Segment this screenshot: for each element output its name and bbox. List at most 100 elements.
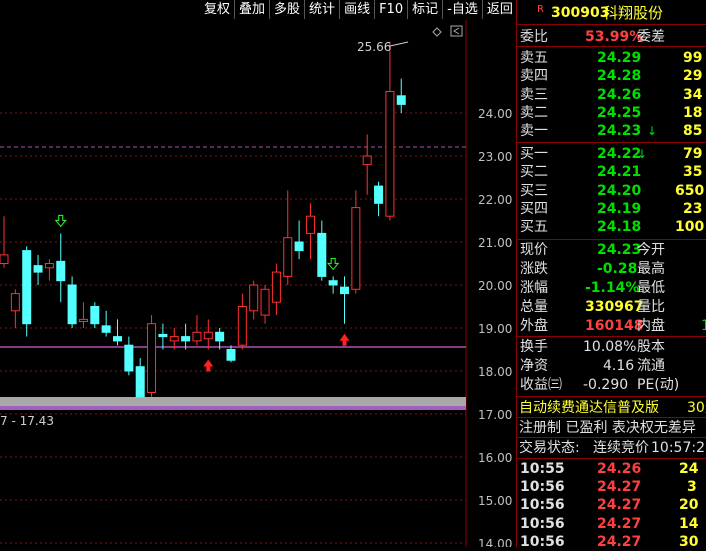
- candle-body[interactable]: [169, 336, 179, 342]
- bid-label: 买一: [520, 146, 548, 162]
- candle-body[interactable]: [396, 95, 406, 105]
- candle-body[interactable]: [44, 263, 54, 269]
- tick-price: 24.27: [597, 515, 642, 532]
- candle-body[interactable]: [135, 366, 145, 398]
- ask-price: 24.28: [597, 68, 642, 85]
- ask-label: 卖四: [520, 68, 548, 85]
- quote-label: 现价: [520, 242, 548, 258]
- quote-row: 涨幅 -1.14% 最低: [517, 279, 706, 297]
- toolbar-btn-8[interactable]: 返回: [483, 0, 518, 19]
- tick-time: 10:56: [520, 479, 565, 496]
- stock-header: R 300903 科翔股份: [517, 4, 706, 22]
- candle-body[interactable]: [56, 260, 66, 282]
- tick-price: 24.27: [597, 479, 642, 496]
- toolbar-btn-6[interactable]: 标记: [408, 0, 444, 19]
- candle-body[interactable]: [22, 250, 32, 325]
- tick-price: 24.26: [597, 461, 642, 477]
- candle-body[interactable]: [249, 284, 259, 312]
- order-ratio-value: 53.99%: [585, 29, 644, 45]
- bid-price: 24.19: [597, 200, 642, 217]
- tick-vol: 30: [679, 533, 699, 550]
- quote-tail: 1: [701, 318, 706, 334]
- kline-chart[interactable]: 24.00 23.00 22.00 21.00 20.00 19.00 18.00 17.00…: [0, 20, 516, 547]
- quote-row: 总量 330967 量比: [517, 298, 706, 316]
- candle-body[interactable]: [374, 185, 384, 204]
- candle-body[interactable]: [158, 333, 168, 338]
- ask-price: 24.25: [597, 104, 642, 121]
- tick-vol: 24: [679, 461, 699, 477]
- candle-body[interactable]: [294, 241, 304, 252]
- panel-divider: [517, 458, 706, 459]
- candle-body[interactable]: [147, 323, 157, 394]
- candle-body[interactable]: [67, 284, 77, 325]
- panel-divider: [517, 336, 706, 337]
- panel-divider: [517, 437, 706, 438]
- finance-row: 净资 4.16 流通: [517, 357, 706, 375]
- candle-body[interactable]: [10, 293, 20, 312]
- finance-label: 换手: [520, 339, 548, 355]
- toolbar-btn-7[interactable]: -自选: [443, 0, 483, 19]
- bid-vol: 650: [675, 182, 705, 199]
- panel-divider: [517, 46, 706, 47]
- finance-value: -0.290: [583, 377, 629, 393]
- toolbar-btn-0[interactable]: 复权: [200, 0, 236, 19]
- candle-body[interactable]: [260, 288, 270, 316]
- toolbar-btn-4[interactable]: 画线: [340, 0, 376, 19]
- candle-body[interactable]: [237, 306, 247, 346]
- candle-body[interactable]: [362, 155, 372, 166]
- quote-value: -0.28: [597, 261, 638, 277]
- tick-price: 24.27: [597, 533, 642, 550]
- bid-vol: 35: [683, 164, 703, 181]
- candle-body[interactable]: [124, 344, 134, 372]
- ask-vol: 99: [683, 50, 703, 66]
- ask-row: 卖四 24.28 29: [517, 67, 706, 85]
- quote-value: -1.14%: [585, 280, 640, 296]
- candle-body[interactable]: [78, 318, 88, 323]
- finance-row: 收益㈢ -0.290 PE(动): [517, 376, 706, 394]
- bid-price: 24.18: [597, 219, 642, 236]
- order-ratio-label: 委比: [520, 29, 548, 45]
- ask-row: 卖二 24.25 18: [517, 104, 706, 122]
- candle-body[interactable]: [33, 265, 43, 273]
- candle-body[interactable]: [203, 331, 213, 340]
- tick-row: 10:55 24.26 24: [517, 460, 706, 478]
- candle-body[interactable]: [283, 237, 293, 277]
- bid-vol: 23: [683, 200, 703, 217]
- candle-body[interactable]: [215, 331, 225, 342]
- candle-body[interactable]: [305, 215, 315, 234]
- quote-label: 涨幅: [520, 280, 548, 296]
- panel-divider: [517, 142, 706, 143]
- price-label: 22.00: [478, 193, 512, 207]
- candle-body[interactable]: [90, 306, 100, 325]
- ask-label: 卖三: [520, 86, 548, 103]
- bid-row: 买五 24.18 100: [517, 218, 706, 236]
- candle-body[interactable]: [113, 336, 122, 342]
- candle-body[interactable]: [181, 336, 191, 342]
- candle-body[interactable]: [101, 325, 111, 333]
- bid-vol: 79: [683, 146, 703, 162]
- candle-body[interactable]: [328, 280, 338, 286]
- candle-body[interactable]: [317, 232, 327, 277]
- toolbar-btn-5[interactable]: F10: [375, 0, 409, 19]
- candle-body[interactable]: [0, 254, 9, 264]
- back-icon-arrow: [453, 27, 460, 35]
- toolbar-btn-1[interactable]: 叠加: [235, 0, 271, 19]
- candle-body[interactable]: [385, 91, 395, 217]
- back-icon[interactable]: [450, 25, 463, 37]
- diamond-icon[interactable]: [432, 27, 442, 37]
- concept-row-2: 注册制 已盈利 表决权无差异: [517, 419, 706, 437]
- quote-label: 外盘: [520, 318, 548, 334]
- candle-body[interactable]: [340, 286, 349, 295]
- candle-body[interactable]: [192, 331, 202, 342]
- ask-label: 卖二: [520, 104, 548, 121]
- toolbar-btn-3[interactable]: 统计: [305, 0, 341, 19]
- candle-body[interactable]: [351, 207, 361, 290]
- stock-code: 300903: [551, 5, 610, 21]
- quote-row: 外盘 160148 内盘 1: [517, 317, 706, 335]
- toolbar-btn-2[interactable]: 多股: [270, 0, 306, 19]
- bid-row: 买一 24.22 ↓ 79: [517, 145, 706, 163]
- candle-body[interactable]: [226, 349, 236, 361]
- candle-body[interactable]: [271, 271, 281, 303]
- quote-label-2: 今开: [637, 242, 665, 258]
- price-label: 20.00: [478, 279, 512, 293]
